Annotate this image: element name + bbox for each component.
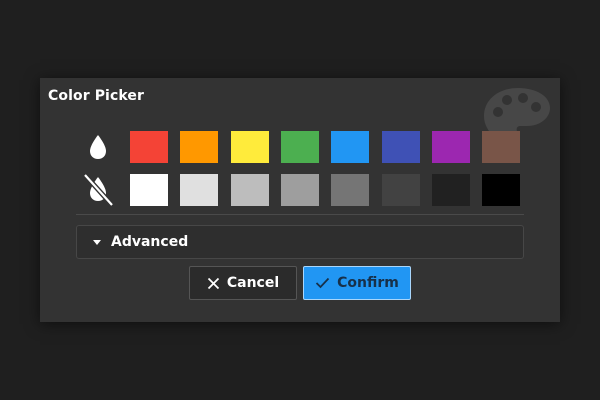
color-swatch[interactable] — [231, 131, 269, 163]
color-swatch[interactable] — [180, 131, 218, 163]
check-icon — [315, 277, 330, 289]
color-swatch[interactable] — [281, 174, 319, 206]
cancel-label: Cancel — [226, 275, 280, 291]
color-swatch[interactable] — [130, 131, 168, 163]
color-swatch[interactable] — [432, 131, 470, 163]
color-swatch[interactable] — [382, 131, 420, 163]
color-swatch[interactable] — [432, 174, 470, 206]
color-swatch[interactable] — [180, 174, 218, 206]
confirm-label: Confirm — [337, 275, 399, 291]
color-picker-dialog: Color Picker Advanced Cancel Confirm — [40, 78, 560, 322]
color-swatch[interactable] — [281, 131, 319, 163]
caret-down-icon — [93, 239, 101, 245]
cancel-button[interactable]: Cancel — [189, 266, 297, 300]
color-swatch[interactable] — [331, 131, 369, 163]
color-swatch[interactable] — [482, 174, 520, 206]
close-icon — [207, 277, 220, 290]
advanced-label: Advanced — [111, 234, 189, 250]
divider — [76, 214, 524, 215]
color-swatch[interactable] — [382, 174, 420, 206]
confirm-button[interactable]: Confirm — [303, 266, 411, 300]
color-swatch[interactable] — [331, 174, 369, 206]
color-swatch[interactable] — [130, 174, 168, 206]
color-swatch[interactable] — [482, 131, 520, 163]
dialog-title: Color Picker — [48, 88, 144, 104]
no-opacity-drop-icon — [78, 173, 118, 207]
advanced-toggle[interactable]: Advanced — [76, 225, 524, 259]
color-swatch[interactable] — [231, 174, 269, 206]
opacity-drop-icon — [78, 131, 118, 163]
